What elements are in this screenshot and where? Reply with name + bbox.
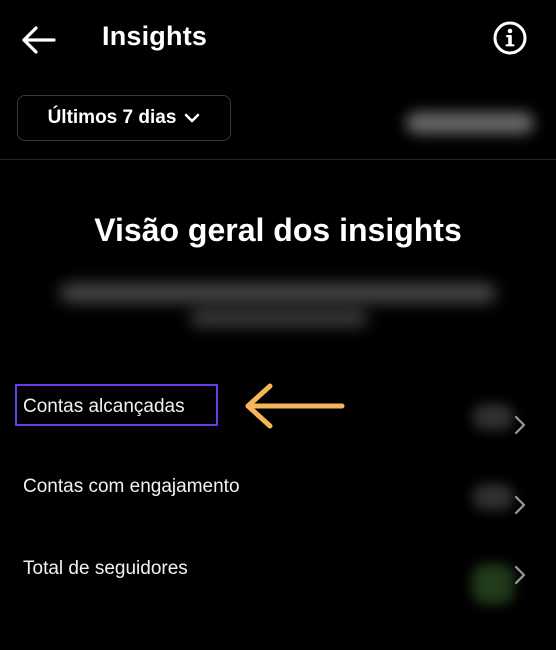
blurred-metric-value (472, 484, 514, 510)
info-button[interactable] (492, 20, 528, 56)
arrow-left-icon (245, 383, 345, 429)
highlight-box (15, 384, 218, 426)
info-icon (493, 21, 527, 55)
date-range-label: Últimos 7 dias (47, 107, 177, 128)
page-title: Insights (102, 21, 208, 51)
chevron-right-icon (514, 565, 526, 585)
top-bar: Insights (0, 0, 556, 80)
back-button[interactable] (18, 20, 62, 60)
chevron-right-icon (514, 495, 526, 515)
blurred-subtitle-line-1 (60, 284, 496, 302)
chevron-down-icon (185, 113, 200, 123)
metric-row-total-de-seguidores[interactable]: Total de seguidores (0, 540, 556, 604)
arrow-left-icon (22, 26, 56, 54)
blurred-date-range (406, 112, 534, 134)
blurred-subtitle-line-2 (190, 310, 368, 326)
chevron-right-icon (514, 415, 526, 435)
header-divider (0, 159, 556, 160)
overview-title: Visão geral dos insights (94, 212, 462, 248)
blurred-metric-value (472, 404, 514, 430)
blurred-metric-value (472, 564, 514, 604)
metric-row-contas-com-engajamento[interactable]: Contas com engajamento (0, 458, 556, 518)
date-range-dropdown[interactable]: Últimos 7 dias (17, 95, 231, 141)
metric-label: Total de seguidores (23, 558, 188, 579)
metric-label: Contas com engajamento (23, 476, 240, 497)
